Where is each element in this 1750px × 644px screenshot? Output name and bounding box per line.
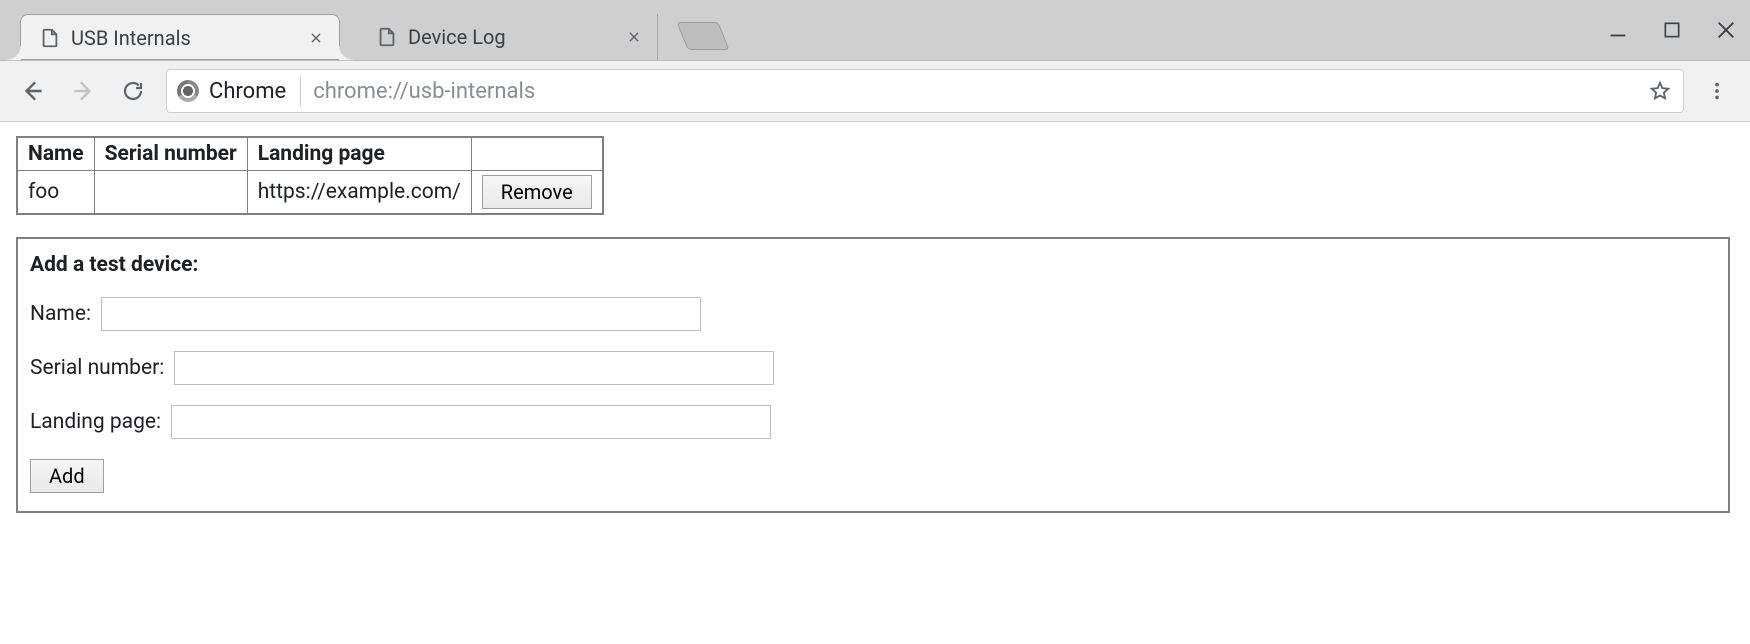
table-header-row: Name Serial number Landing page bbox=[17, 137, 603, 171]
tab-device-log[interactable]: Device Log bbox=[358, 14, 658, 60]
toolbar: Chrome chrome://usb-internals bbox=[0, 60, 1750, 122]
cell-landing: https://example.com/ bbox=[247, 171, 471, 215]
omnibox-origin-chip: Chrome bbox=[177, 76, 301, 106]
maximize-button[interactable] bbox=[1658, 16, 1686, 44]
name-input[interactable] bbox=[101, 297, 701, 331]
col-landing: Landing page bbox=[247, 137, 471, 171]
table-row: foo https://example.com/ Remove bbox=[17, 171, 603, 215]
tab-strip: USB Internals Device Log bbox=[0, 0, 1750, 60]
window-controls bbox=[1604, 0, 1740, 60]
browser-menu-button[interactable] bbox=[1700, 74, 1734, 108]
page-icon bbox=[376, 26, 398, 48]
close-tab-icon[interactable] bbox=[307, 29, 325, 47]
serial-label: Serial number: bbox=[30, 356, 164, 380]
name-label: Name: bbox=[30, 302, 91, 326]
form-row-landing: Landing page: bbox=[30, 405, 1716, 439]
add-test-device-panel: Add a test device: Name: Serial number: … bbox=[16, 237, 1730, 513]
form-row-serial: Serial number: bbox=[30, 351, 1716, 385]
omnibox[interactable]: Chrome chrome://usb-internals bbox=[166, 69, 1684, 113]
reload-button[interactable] bbox=[116, 74, 150, 108]
serial-input[interactable] bbox=[174, 351, 774, 385]
col-name: Name bbox=[17, 137, 94, 171]
bookmark-star-icon[interactable] bbox=[1647, 78, 1673, 104]
omnibox-origin-label: Chrome bbox=[209, 79, 286, 104]
col-serial: Serial number bbox=[94, 137, 247, 171]
test-devices-table: Name Serial number Landing page foo http… bbox=[16, 136, 604, 215]
cell-actions: Remove bbox=[471, 171, 602, 215]
close-tab-icon[interactable] bbox=[625, 28, 643, 46]
cell-serial bbox=[94, 171, 247, 215]
tab-title: USB Internals bbox=[71, 26, 297, 50]
tab-title: Device Log bbox=[408, 25, 615, 49]
forward-button[interactable] bbox=[66, 74, 100, 108]
close-window-button[interactable] bbox=[1712, 16, 1740, 44]
add-test-device-legend: Add a test device: bbox=[30, 253, 1716, 277]
omnibox-url: chrome://usb-internals bbox=[313, 79, 1635, 104]
tab-usb-internals[interactable]: USB Internals bbox=[20, 14, 340, 60]
page-icon bbox=[39, 27, 61, 49]
col-actions bbox=[471, 137, 602, 171]
remove-device-button[interactable]: Remove bbox=[482, 175, 592, 209]
browser-chrome: USB Internals Device Log bbox=[0, 0, 1750, 122]
minimize-button[interactable] bbox=[1604, 16, 1632, 44]
new-tab-button[interactable] bbox=[676, 22, 729, 50]
back-button[interactable] bbox=[16, 74, 50, 108]
landing-label: Landing page: bbox=[30, 410, 161, 434]
chrome-icon bbox=[177, 80, 199, 102]
landing-input[interactable] bbox=[171, 405, 771, 439]
add-device-button[interactable]: Add bbox=[30, 459, 104, 493]
cell-name: foo bbox=[17, 171, 94, 215]
page-content: Name Serial number Landing page foo http… bbox=[0, 122, 1750, 527]
form-row-name: Name: bbox=[30, 297, 1716, 331]
